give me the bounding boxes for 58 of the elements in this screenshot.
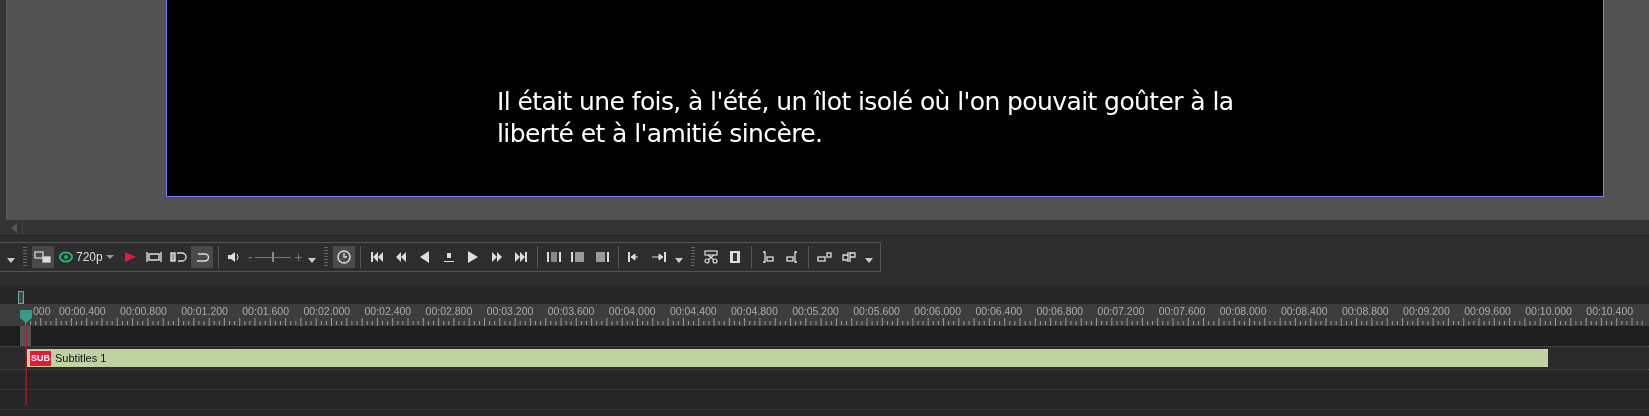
time-label: 00:04.800 xyxy=(731,304,779,318)
caret-icon[interactable] xyxy=(863,256,874,264)
time-label: 00:07.200 xyxy=(1097,304,1146,318)
time-label: 00:05.200 xyxy=(792,304,840,318)
clip-name: Subtitles 1 xyxy=(55,352,107,364)
time-label: 00:07.600 xyxy=(1158,304,1207,318)
resolution-dropdown[interactable]: 720p xyxy=(56,246,117,268)
scrollbar[interactable] xyxy=(0,220,1649,235)
time-label: 00:08.400 xyxy=(1280,304,1329,318)
subtitle-line: liberté et à l'amitié sincère. xyxy=(497,118,824,150)
caret-icon[interactable] xyxy=(6,256,16,264)
loop-button[interactable] xyxy=(190,246,213,268)
time-label: 00:09.200 xyxy=(1403,304,1451,318)
snap-icon xyxy=(815,250,834,264)
playhead[interactable] xyxy=(20,310,32,406)
time-label: 00:10.000 xyxy=(1525,304,1573,318)
arrow-right-icon xyxy=(649,250,668,264)
time-label: 00:06.800 xyxy=(1036,304,1085,318)
time-label: 00:01.600 xyxy=(242,304,290,318)
caret-icon[interactable] xyxy=(673,256,684,264)
time-label: 00:02.400 xyxy=(364,304,413,318)
time-label: 00:02.000 xyxy=(303,304,352,318)
screens-icon xyxy=(34,250,52,264)
group-icon xyxy=(839,250,858,264)
clock-icon xyxy=(334,250,353,264)
time-label: 00:10.400 xyxy=(1586,304,1635,318)
bracket-icon xyxy=(144,250,163,264)
time-label: 00:03.200 xyxy=(486,304,535,318)
scissors-icon xyxy=(701,250,720,264)
time-label: 00:03.600 xyxy=(547,304,596,318)
time-label: 00:09.600 xyxy=(1464,304,1512,318)
subtitle-clip[interactable]: SUB Subtitles 1 xyxy=(27,349,1548,367)
loop-icon xyxy=(168,250,187,264)
caret-icon[interactable] xyxy=(306,256,317,264)
playhead-handle[interactable] xyxy=(20,326,31,346)
time-label: 00:02.800 xyxy=(425,304,474,318)
caret-icon xyxy=(105,254,114,260)
clock-button[interactable] xyxy=(332,246,355,268)
time-label: 00:00.400 xyxy=(59,304,107,318)
fade-icon xyxy=(544,250,563,264)
time-label: 00:08.000 xyxy=(1219,304,1268,318)
subtitle-badge: SUB xyxy=(30,350,51,366)
subtitle-line: Il était une fois, à l'été, un îlot isolé où l'on pouvait goûter à la xyxy=(497,86,1234,118)
time-label: 00:06.400 xyxy=(975,304,1024,318)
time-label: 000 xyxy=(33,304,52,318)
time-label: 00:01.200 xyxy=(181,304,229,318)
grip-handle[interactable] xyxy=(23,246,27,268)
slider-thumb[interactable] xyxy=(272,252,275,262)
time-label: 00:05.600 xyxy=(853,304,901,318)
time-label: 00:06.000 xyxy=(914,304,963,318)
fade-in-icon xyxy=(568,250,587,264)
time-label: 00:04.400 xyxy=(669,304,718,318)
time-label: 00:00.800 xyxy=(120,304,168,318)
time-label: 00:08.800 xyxy=(1341,304,1390,318)
eye-icon xyxy=(59,251,73,263)
range-marker[interactable] xyxy=(18,291,24,304)
time-label: 00:04.000 xyxy=(608,304,657,318)
monitor-toggle-button[interactable] xyxy=(32,246,54,268)
